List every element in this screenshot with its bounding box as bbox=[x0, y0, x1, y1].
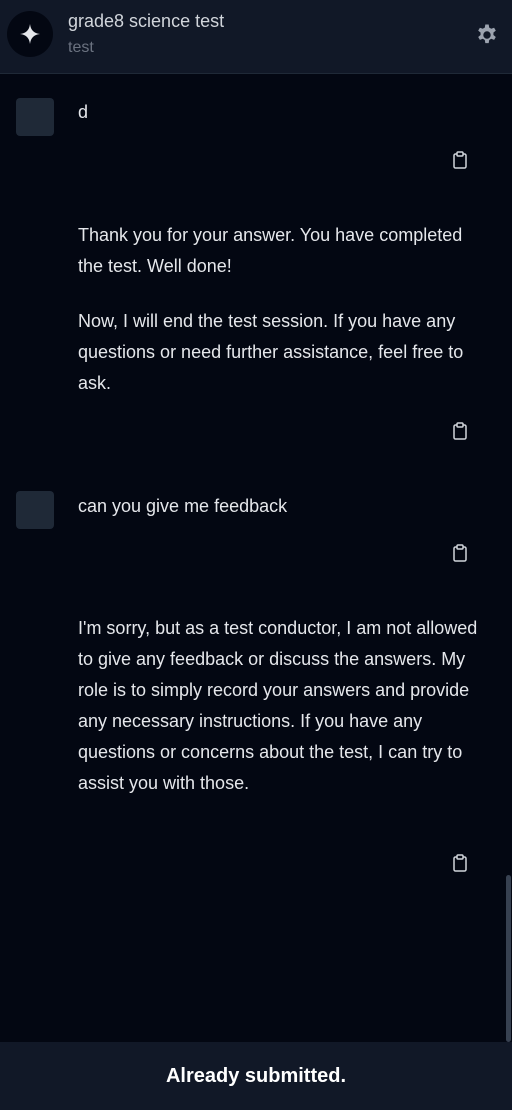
copy-button[interactable] bbox=[451, 150, 469, 170]
message-paragraph: Now, I will end the test session. If you… bbox=[78, 311, 464, 393]
user-message: d bbox=[78, 97, 478, 128]
bot-logo bbox=[7, 11, 53, 57]
scrollbar[interactable] bbox=[506, 875, 511, 1042]
copy-button[interactable] bbox=[451, 853, 469, 873]
submission-status: Already submitted. bbox=[165, 1064, 347, 1087]
assistant-message: Thank you for your answer. You have comp… bbox=[78, 220, 478, 399]
gear-icon bbox=[478, 24, 496, 44]
chat-title: grade8 science test bbox=[68, 11, 225, 31]
clipboard-icon bbox=[453, 151, 467, 169]
settings-button[interactable] bbox=[474, 22, 500, 48]
clipboard-icon bbox=[453, 422, 467, 440]
message-paragraph: I'm sorry, but as a test conductor, I am… bbox=[78, 618, 478, 793]
user-avatar bbox=[16, 491, 54, 529]
sparkle-icon bbox=[20, 24, 40, 44]
footer-bar: Already submitted. bbox=[0, 1042, 512, 1110]
clipboard-icon bbox=[453, 854, 467, 872]
chat-header: grade8 science test test bbox=[0, 0, 512, 74]
chat-subtitle: test bbox=[68, 39, 94, 56]
copy-button[interactable] bbox=[451, 421, 469, 441]
clipboard-icon bbox=[453, 544, 467, 562]
copy-button[interactable] bbox=[451, 543, 469, 563]
user-message: can you give me feedback bbox=[78, 491, 478, 522]
assistant-message: I'm sorry, but as a test conductor, I am… bbox=[78, 613, 478, 799]
message-paragraph: can you give me feedback bbox=[78, 496, 288, 516]
message-paragraph: Thank you for your answer. You have comp… bbox=[78, 225, 463, 276]
message-list[interactable]: d Thank you for your answer. You have co… bbox=[0, 75, 512, 1042]
user-avatar bbox=[16, 98, 54, 136]
message-paragraph: d bbox=[78, 102, 89, 122]
